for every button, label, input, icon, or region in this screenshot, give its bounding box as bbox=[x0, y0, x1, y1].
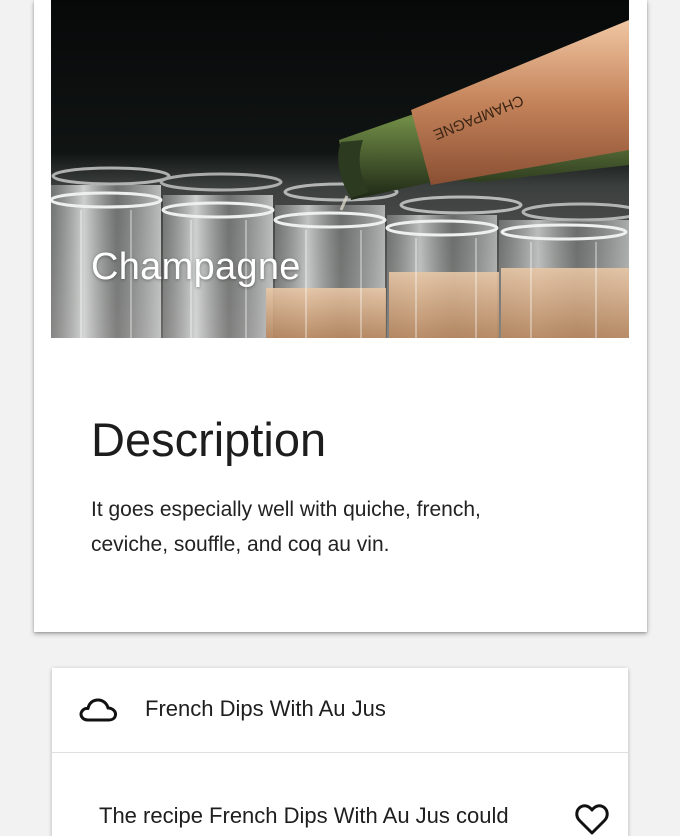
heart-outline-icon[interactable] bbox=[574, 802, 610, 836]
hero-image: CHAMPAGNE Champagne bbox=[51, 0, 629, 338]
description-heading: Description bbox=[91, 413, 327, 466]
recipe-title: French Dips With Au Jus bbox=[145, 696, 386, 721]
drink-detail-card: CHAMPAGNE Champagne Description It goes … bbox=[34, 0, 647, 632]
hero-title: Champagne bbox=[91, 246, 301, 288]
recipe-card-header[interactable]: French Dips With Au Jus bbox=[52, 668, 628, 753]
recipe-card[interactable]: French Dips With Au Jus The recipe Frenc… bbox=[52, 668, 628, 836]
cloud-icon bbox=[79, 698, 118, 722]
app-screen: CHAMPAGNE Champagne Description It goes … bbox=[0, 0, 680, 836]
recipe-body-text: The recipe French Dips With Au Jus could bbox=[99, 803, 509, 828]
description-text: It goes especially well with quiche, fre… bbox=[91, 498, 481, 556]
